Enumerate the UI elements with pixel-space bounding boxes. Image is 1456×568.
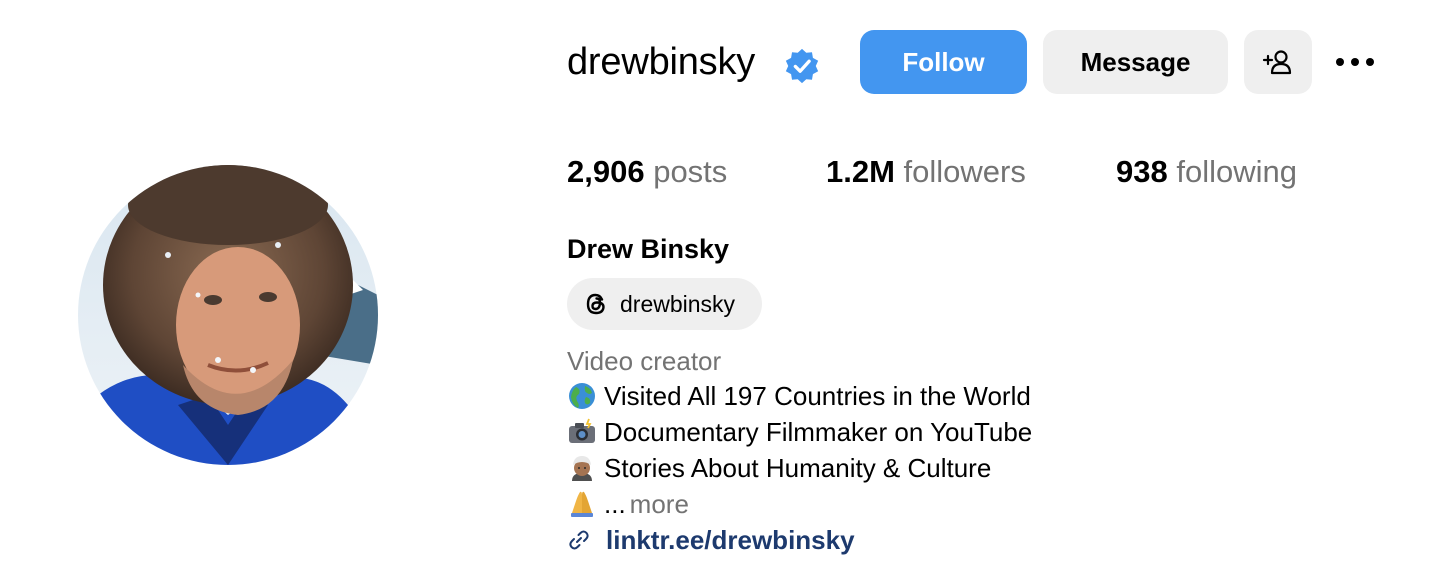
suggested-accounts-button[interactable] bbox=[1244, 30, 1312, 94]
more-horizontal-icon bbox=[1336, 58, 1374, 66]
threads-icon bbox=[586, 293, 605, 315]
following-value: 938 bbox=[1116, 154, 1168, 189]
following-label: following bbox=[1176, 154, 1297, 189]
bio-text: Documentary Filmmaker on YouTube bbox=[604, 417, 1033, 447]
profile-full-name: Drew Binsky bbox=[567, 234, 730, 264]
bio-line: Visited All 197 Countries in the World bbox=[567, 379, 1031, 413]
bio-text: Visited All 197 Countries in the World bbox=[604, 381, 1031, 411]
bio-line: Documentary Filmmaker on YouTube bbox=[567, 415, 1032, 449]
followers-count[interactable]: 1.2M followers bbox=[826, 152, 1026, 192]
bio-text: ... bbox=[604, 489, 626, 519]
posts-value: 2,906 bbox=[567, 154, 645, 189]
person-turban-icon bbox=[572, 456, 592, 481]
globe-icon bbox=[569, 383, 595, 409]
bio-more-link[interactable]: more bbox=[630, 487, 689, 521]
profile-category: Video creator bbox=[567, 346, 722, 376]
add-person-icon bbox=[1262, 50, 1292, 75]
link-icon bbox=[569, 530, 589, 550]
bio-text: Stories About Humanity & Culture bbox=[604, 453, 992, 483]
bio-line: Stories About Humanity & Culture bbox=[567, 451, 991, 485]
camera-flash-icon bbox=[569, 418, 595, 443]
folded-hands-icon bbox=[571, 491, 593, 517]
follow-button[interactable]: Follow bbox=[860, 30, 1027, 94]
external-link-row[interactable]: linktr.ee/drewbinsky bbox=[567, 523, 855, 557]
profile-username: drewbinsky bbox=[567, 41, 756, 83]
threads-handle: drewbinsky bbox=[620, 290, 736, 317]
message-button[interactable]: Message bbox=[1043, 30, 1228, 94]
following-count[interactable]: 938 following bbox=[1116, 152, 1297, 192]
avatar-photo bbox=[78, 165, 378, 465]
bio-line: ... more bbox=[567, 487, 689, 521]
more-options-button[interactable] bbox=[1330, 40, 1380, 84]
profile-avatar[interactable] bbox=[78, 165, 378, 465]
threads-badge-button[interactable]: drewbinsky bbox=[567, 278, 762, 330]
external-link[interactable]: linktr.ee/drewbinsky bbox=[606, 523, 855, 557]
verified-badge-icon bbox=[785, 48, 819, 84]
posts-label: posts bbox=[653, 154, 728, 189]
followers-value: 1.2M bbox=[826, 154, 895, 189]
posts-count: 2,906 posts bbox=[567, 152, 727, 192]
followers-label: followers bbox=[903, 154, 1026, 189]
